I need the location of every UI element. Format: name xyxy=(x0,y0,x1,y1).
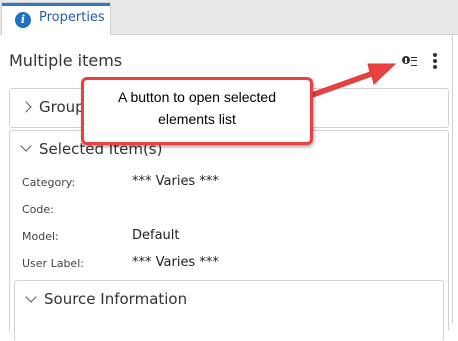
callout-arrow xyxy=(299,63,397,102)
callout-text-line-1: A button to open selected xyxy=(117,89,276,105)
annotation-callout: A button to open selected elements list xyxy=(81,77,313,145)
callout-text-line-2: elements list xyxy=(158,111,236,127)
properties-panel: i Properties Multiple items Group Select… xyxy=(0,0,458,341)
